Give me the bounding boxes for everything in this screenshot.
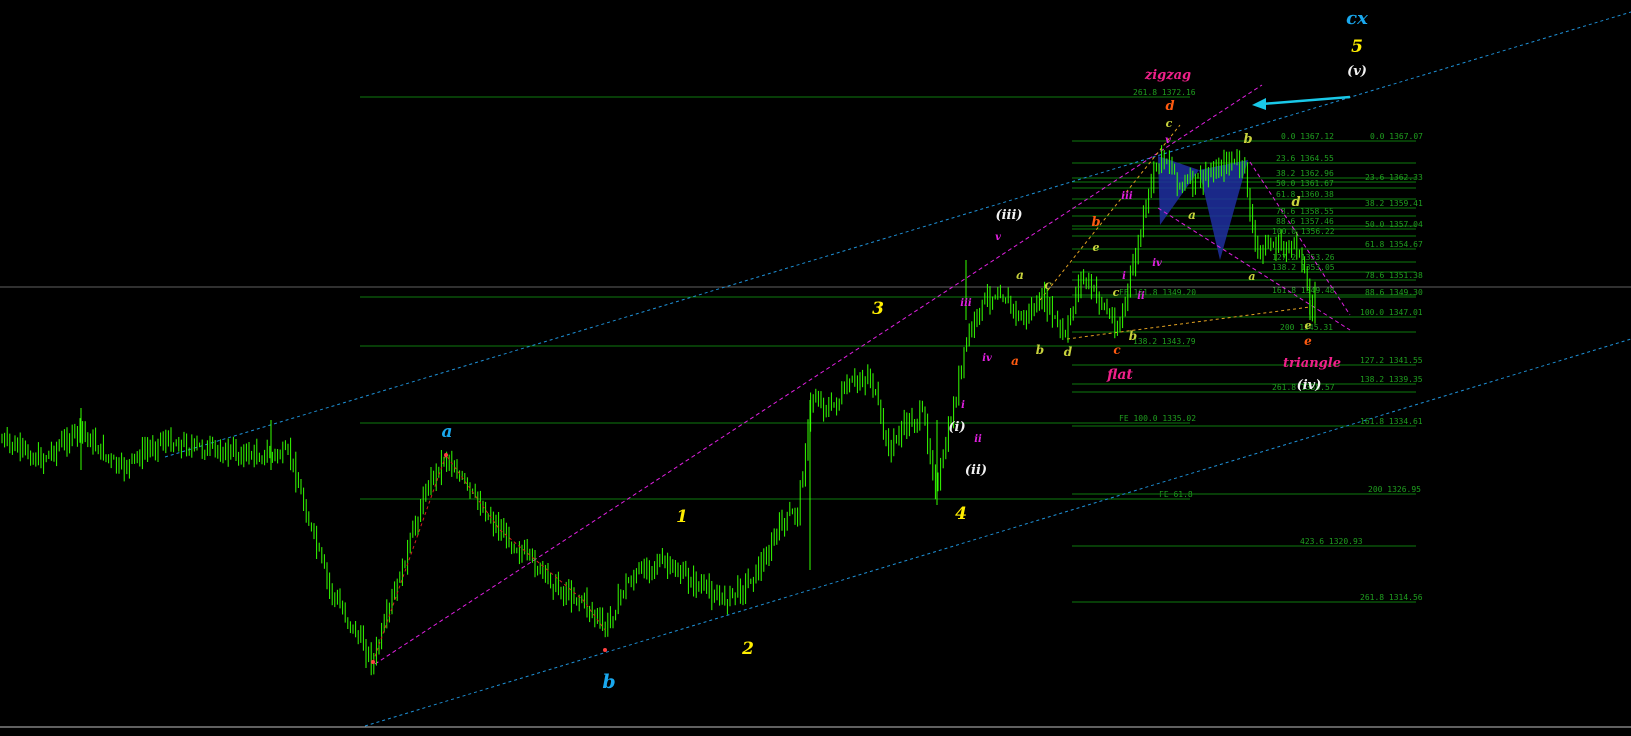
wave-label: 2 xyxy=(741,639,754,659)
wave-label: triangle xyxy=(1283,356,1341,371)
level-label: 127.2 1353.26 xyxy=(1272,253,1335,262)
level-label: 161.8 1349.48 xyxy=(1272,286,1335,295)
level-label: 88.6 1349.30 xyxy=(1365,288,1423,297)
wave-label: a xyxy=(1011,354,1019,368)
wave-label: c xyxy=(1113,343,1121,357)
wave-label: 1 xyxy=(676,507,688,527)
level-label: FE 100.0 1335.02 xyxy=(1119,414,1196,423)
wave-label: iv xyxy=(1152,258,1162,269)
level-label: 200 1326.95 xyxy=(1368,485,1421,494)
wave-label: a xyxy=(1248,270,1255,283)
wave-label: v xyxy=(995,232,1001,243)
pivot-marker xyxy=(444,453,448,457)
wave-label: i xyxy=(961,400,965,411)
level-label: 0.0 1367.12 xyxy=(1281,132,1334,141)
wave-label: b xyxy=(1243,132,1252,147)
level-label: 423.6 1320.93 xyxy=(1300,537,1363,546)
pivot-marker xyxy=(371,660,375,664)
level-label: 78.6 1351.38 xyxy=(1365,271,1423,280)
wave-label: iii xyxy=(1121,191,1133,202)
wave-label: iii xyxy=(960,298,972,309)
level-label: 50.0 1361.67 xyxy=(1276,179,1334,188)
chart-background xyxy=(0,0,1631,732)
wave-label: (iii) xyxy=(995,208,1022,223)
level-label: 23.6 1364.55 xyxy=(1276,154,1334,163)
level-label: 138.2 1343.79 xyxy=(1133,337,1196,346)
chart-canvas: 261.8 1372.16 0.0 1367.12 0.0 1367.07 23.6 … xyxy=(0,0,1631,732)
level-label: 88.6 1357.46 xyxy=(1276,217,1334,226)
wave-label: zigzag xyxy=(1144,68,1191,83)
wave-label: 5 xyxy=(1351,37,1363,57)
wave-label: d xyxy=(1064,345,1073,359)
wave-label: a xyxy=(1188,208,1196,222)
wave-label: flat xyxy=(1106,367,1133,383)
level-label: 61.8 1360.38 xyxy=(1276,190,1334,199)
level-label: 161.8 1334.61 xyxy=(1360,417,1423,426)
wave-label: d xyxy=(1165,99,1174,114)
wave-label: c xyxy=(1166,117,1173,130)
level-label: 261.8 1372.16 xyxy=(1133,88,1196,97)
wave-label: (ii) xyxy=(965,463,987,478)
wave-label: (v) xyxy=(1347,64,1367,79)
wave-label: ii xyxy=(974,434,982,445)
wave-label: a xyxy=(1016,268,1024,282)
wave-label: b xyxy=(1129,329,1137,343)
level-label: 38.2 1362.96 xyxy=(1276,169,1334,178)
level-label: 61.8 1354.67 xyxy=(1365,240,1423,249)
wave-label: e xyxy=(1304,334,1312,348)
wave-label: b xyxy=(602,671,615,693)
wave-label: a xyxy=(441,422,452,442)
wave-label: ii xyxy=(1137,291,1145,302)
level-label: 23.6 1362.33 xyxy=(1365,173,1423,182)
wave-label: b xyxy=(1091,215,1100,230)
wave-label: (i) xyxy=(948,420,965,435)
wave-label: (iv) xyxy=(1297,378,1322,393)
level-label: 100.0 1347.01 xyxy=(1360,308,1423,317)
wave-label: iv xyxy=(982,353,992,364)
pivot-marker xyxy=(603,648,607,652)
wave-label: i xyxy=(1122,271,1126,282)
wave-label: 4 xyxy=(955,504,967,524)
wave-label: v xyxy=(1165,135,1171,146)
level-label: 0.0 1367.07 xyxy=(1370,132,1423,141)
level-label: 261.8 1314.56 xyxy=(1360,593,1423,602)
wave-label: b xyxy=(1036,343,1044,357)
level-label: 138.2 1339.35 xyxy=(1360,375,1423,384)
wave-label: c xyxy=(1044,278,1052,292)
level-label: 38.2 1359.41 xyxy=(1365,199,1423,208)
wave-label: e xyxy=(1305,319,1312,332)
wave-label: 3 xyxy=(872,299,884,319)
price-chart[interactable]: 261.8 1372.16 0.0 1367.12 0.0 1367.07 23.6 … xyxy=(0,0,1631,732)
wave-label: d xyxy=(1291,195,1300,210)
wave-label: cx xyxy=(1346,8,1368,29)
level-label: 138.2 1353.05 xyxy=(1272,263,1335,272)
level-label: 127.2 1341.55 xyxy=(1360,356,1423,365)
wave-label: e xyxy=(1093,241,1100,254)
wave-label: c xyxy=(1113,286,1120,299)
level-label: 50.0 1357.04 xyxy=(1365,220,1423,229)
